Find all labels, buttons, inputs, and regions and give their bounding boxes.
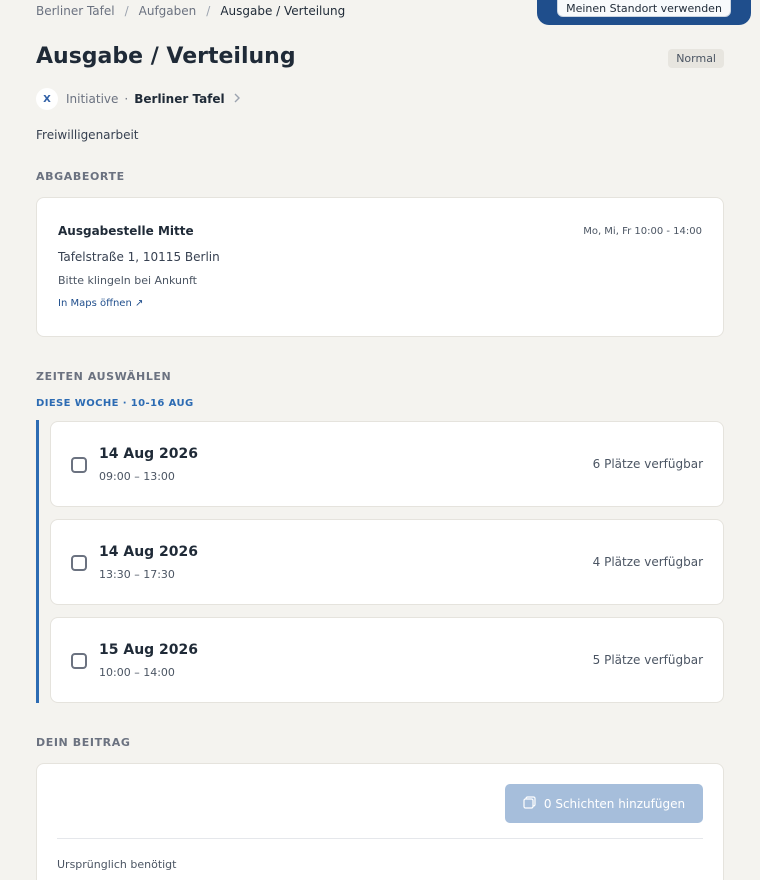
add-shifts-label: 0 Schichten hinzufügen xyxy=(543,796,686,811)
location-name: Ausgabestelle Mitte xyxy=(58,224,194,238)
location-note: Bitte klingeln bei Ankunft xyxy=(58,274,197,287)
shift-date: 14 Aug 2026 xyxy=(99,446,199,462)
shift-spots: 6 Plätze verfügbar xyxy=(592,457,703,471)
shift-card[interactable]: 14 Aug 2026 09:00 – 13:00 6 Plätze verfü… xyxy=(50,421,724,507)
section-label-locations: ABGABEORTE xyxy=(36,170,125,183)
week-label: DIESE WOCHE · 10-16 AUG xyxy=(36,398,194,409)
section-label-contribution: DEIN BEITRAG xyxy=(36,736,131,749)
shift-card[interactable]: 15 Aug 2026 10:00 – 14:00 5 Plätze verfü… xyxy=(50,617,724,703)
breadcrumb-separator: / xyxy=(124,4,129,18)
add-shift-icon xyxy=(523,795,536,812)
breadcrumb-item-current: Ausgabe / Verteilung xyxy=(220,4,346,18)
use-my-location-button[interactable]: Meinen Standort verwenden xyxy=(557,0,731,17)
shift-checkbox[interactable] xyxy=(71,555,87,571)
org-type: Initiative xyxy=(66,92,119,106)
location-card: Ausgabestelle Mitte Mo, Mi, Fr 10:00 - 1… xyxy=(36,197,724,337)
shift-checkbox[interactable] xyxy=(71,653,87,669)
week-indicator-bar xyxy=(36,420,39,703)
add-shifts-button[interactable]: 0 Schichten hinzufügen xyxy=(505,784,703,823)
section-label-times: ZEITEN AUSWÄHLEN xyxy=(36,370,172,383)
chevron-right-icon xyxy=(233,92,241,106)
shift-spots: 5 Plätze verfügbar xyxy=(592,653,703,667)
open-in-maps-link[interactable]: In Maps öffnen ↗ xyxy=(58,298,143,309)
shift-time: 10:00 – 14:00 xyxy=(99,666,175,679)
contribution-card: 0 Schichten hinzufügen Ursprünglich benö… xyxy=(36,763,724,880)
breadcrumb-item-org[interactable]: Berliner Tafel xyxy=(36,4,115,18)
org-separator: · xyxy=(124,92,129,106)
shift-date: 15 Aug 2026 xyxy=(99,642,199,658)
breadcrumb-item-tasks[interactable]: Aufgaben xyxy=(139,4,197,18)
priority-badge: Normal xyxy=(668,49,724,68)
task-category: Freiwilligenarbeit xyxy=(36,128,139,142)
divider xyxy=(57,838,703,839)
location-address: Tafelstraße 1, 10115 Berlin xyxy=(58,250,220,264)
shift-time: 13:30 – 17:30 xyxy=(99,568,175,581)
location-hours: Mo, Mi, Fr 10:00 - 14:00 xyxy=(583,226,702,237)
shift-checkbox[interactable] xyxy=(71,457,87,473)
breadcrumb-separator: / xyxy=(206,4,211,18)
org-logo-icon: X xyxy=(36,88,58,110)
shift-time: 09:00 – 13:00 xyxy=(99,470,175,483)
location-panel: Meinen Standort verwenden xyxy=(537,0,751,25)
shift-card[interactable]: 14 Aug 2026 13:30 – 17:30 4 Plätze verfü… xyxy=(50,519,724,605)
page-title: Ausgabe / Verteilung xyxy=(36,44,296,69)
org-name: Berliner Tafel xyxy=(134,92,225,106)
breadcrumb: Berliner Tafel / Aufgaben / Ausgabe / Ve… xyxy=(36,4,345,18)
org-link[interactable]: X Initiative · Berliner Tafel xyxy=(36,88,241,110)
top-bar: Berliner Tafel / Aufgaben / Ausgabe / Ve… xyxy=(36,0,751,25)
shift-date: 14 Aug 2026 xyxy=(99,544,199,560)
shift-spots: 4 Plätze verfügbar xyxy=(592,555,703,569)
originally-needed-label: Ursprünglich benötigt xyxy=(57,858,177,871)
